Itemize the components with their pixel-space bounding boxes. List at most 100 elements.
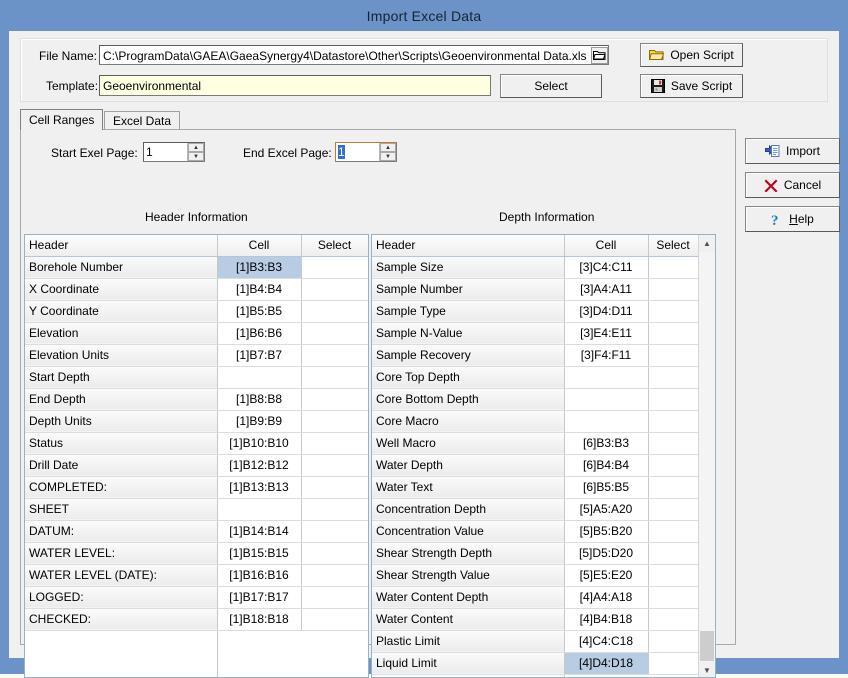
table-row[interactable]: Sample Recovery[3]F4:F11 — [372, 344, 698, 366]
row-header-name[interactable]: Sample Number — [372, 278, 564, 300]
row-header-name[interactable]: Shear Strength Depth — [372, 542, 564, 564]
row-select-cell[interactable] — [648, 608, 698, 630]
select-template-button[interactable]: Select — [500, 74, 602, 98]
file-name-input[interactable]: C:\ProgramData\GAEA\GaeaSynergy4\Datasto… — [99, 45, 609, 65]
row-select-cell[interactable] — [301, 520, 368, 542]
column-header-name[interactable]: Header — [25, 235, 217, 256]
row-select-cell[interactable] — [648, 520, 698, 542]
table-row[interactable]: Water Depth[6]B4:B4 — [372, 454, 698, 476]
row-cell-range[interactable] — [217, 366, 301, 388]
row-select-cell[interactable] — [301, 344, 368, 366]
row-header-name[interactable]: WATER LEVEL: — [25, 542, 217, 564]
row-select-cell[interactable] — [301, 322, 368, 344]
row-header-name[interactable]: Sample Size — [372, 256, 564, 278]
row-header-name[interactable]: Drill Date — [25, 454, 217, 476]
end-page-spin-arrows[interactable]: ▲ ▼ — [379, 143, 396, 161]
column-header-cell[interactable]: Cell — [564, 235, 648, 256]
template-input[interactable]: Geoenvironmental — [99, 75, 491, 96]
row-cell-range[interactable]: [3]C4:C11 — [564, 256, 648, 278]
row-select-cell[interactable] — [648, 542, 698, 564]
spin-down-icon[interactable]: ▼ — [188, 152, 204, 161]
row-select-cell[interactable] — [301, 366, 368, 388]
row-header-name[interactable]: LOGGED: — [25, 586, 217, 608]
row-cell-range[interactable]: [4]D4:D18 — [564, 652, 648, 674]
column-header-cell[interactable]: Cell — [217, 235, 301, 256]
row-select-cell[interactable] — [648, 564, 698, 586]
row-select-cell[interactable] — [648, 344, 698, 366]
row-cell-range[interactable]: [5]D5:D20 — [564, 542, 648, 564]
row-cell-range[interactable]: [4]C4:C18 — [564, 630, 648, 652]
table-row[interactable]: Liquid Limit[4]D4:D18 — [372, 652, 698, 674]
row-cell-range[interactable]: [1]B13:B13 — [217, 476, 301, 498]
row-header-name[interactable]: Status — [25, 432, 217, 454]
table-row[interactable]: WATER LEVEL (DATE):[1]B16:B16 — [25, 564, 368, 586]
table-row[interactable]: Core Bottom Depth — [372, 388, 698, 410]
row-cell-range[interactable] — [564, 410, 648, 432]
end-excel-page-value-wrap[interactable]: 1 — [336, 143, 379, 161]
row-cell-range[interactable]: [6]B5:B5 — [564, 476, 648, 498]
row-header-name[interactable]: Y Coordinate — [25, 300, 217, 322]
row-select-cell[interactable] — [301, 300, 368, 322]
row-select-cell[interactable] — [301, 432, 368, 454]
column-header-select[interactable]: Select — [301, 235, 368, 256]
table-row[interactable]: Y Coordinate[1]B5:B5 — [25, 300, 368, 322]
row-select-cell[interactable] — [301, 388, 368, 410]
cancel-button[interactable]: Cancel — [745, 172, 840, 198]
table-row[interactable]: Status[1]B10:B10 — [25, 432, 368, 454]
row-header-name[interactable]: Borehole Number — [25, 256, 217, 278]
column-header-name[interactable]: Header — [372, 235, 564, 256]
row-cell-range[interactable]: [5]B5:B20 — [564, 520, 648, 542]
row-cell-range[interactable]: [1]B4:B4 — [217, 278, 301, 300]
table-row[interactable]: Borehole Number[1]B3:B3 — [25, 256, 368, 278]
table-row[interactable]: LOGGED:[1]B17:B17 — [25, 586, 368, 608]
row-select-cell[interactable] — [301, 454, 368, 476]
spin-up-icon[interactable]: ▲ — [380, 143, 396, 152]
row-header-name[interactable]: Shear Strength Value — [372, 564, 564, 586]
save-script-button[interactable]: Save Script — [640, 74, 743, 98]
start-excel-page-value[interactable]: 1 — [144, 143, 187, 161]
table-row[interactable]: Core Macro — [372, 410, 698, 432]
row-header-name[interactable]: Concentration Depth — [372, 498, 564, 520]
row-cell-range[interactable]: [1]B15:B15 — [217, 542, 301, 564]
table-row[interactable]: Water Text[6]B5:B5 — [372, 476, 698, 498]
row-header-name[interactable]: Sample N-Value — [372, 322, 564, 344]
row-cell-range[interactable]: [4]B4:B18 — [564, 608, 648, 630]
table-row[interactable]: Elevation Units[1]B7:B7 — [25, 344, 368, 366]
table-row[interactable]: Sample Number[3]A4:A11 — [372, 278, 698, 300]
import-button[interactable]: Import — [745, 138, 840, 164]
row-select-cell[interactable] — [301, 498, 368, 520]
row-cell-range[interactable] — [564, 366, 648, 388]
row-select-cell[interactable] — [648, 630, 698, 652]
row-select-cell[interactable] — [301, 410, 368, 432]
row-cell-range[interactable]: [1]B16:B16 — [217, 564, 301, 586]
row-header-name[interactable]: Well Macro — [372, 432, 564, 454]
row-cell-range[interactable]: [3]E4:E11 — [564, 322, 648, 344]
row-header-name[interactable]: X Coordinate — [25, 278, 217, 300]
row-header-name[interactable]: Plastic Limit — [372, 630, 564, 652]
row-header-name[interactable]: Elevation Units — [25, 344, 217, 366]
column-header-select[interactable]: Select — [648, 235, 698, 256]
row-select-cell[interactable] — [301, 278, 368, 300]
row-select-cell[interactable] — [648, 586, 698, 608]
depth-grid-vertical-scrollbar[interactable]: ▲ ▼ — [698, 235, 715, 678]
table-row[interactable]: Water Content[4]B4:B18 — [372, 608, 698, 630]
scroll-thumb[interactable] — [700, 631, 714, 661]
table-row[interactable]: CHECKED:[1]B18:B18 — [25, 608, 368, 630]
tab-cell-ranges[interactable]: Cell Ranges — [20, 109, 103, 130]
row-cell-range[interactable]: [1]B18:B18 — [217, 608, 301, 630]
table-row[interactable]: Concentration Depth[5]A5:A20 — [372, 498, 698, 520]
row-header-name[interactable]: Water Content Depth — [372, 586, 564, 608]
row-select-cell[interactable] — [648, 652, 698, 674]
row-cell-range[interactable]: [6]B4:B4 — [564, 454, 648, 476]
row-select-cell[interactable] — [301, 542, 368, 564]
table-row[interactable]: Drill Date[1]B12:B12 — [25, 454, 368, 476]
row-header-name[interactable]: Core Macro — [372, 410, 564, 432]
scroll-down-button[interactable]: ▼ — [699, 662, 715, 678]
start-excel-page-stepper[interactable]: 1 ▲ ▼ — [143, 142, 205, 162]
row-select-cell[interactable] — [648, 322, 698, 344]
header-information-grid[interactable]: Header Cell Select Borehole Number[1]B3:… — [24, 234, 369, 678]
table-row[interactable]: Concentration Value[5]B5:B20 — [372, 520, 698, 542]
row-header-name[interactable]: Water Depth — [372, 454, 564, 476]
row-cell-range[interactable]: [1]B7:B7 — [217, 344, 301, 366]
row-select-cell[interactable] — [301, 476, 368, 498]
